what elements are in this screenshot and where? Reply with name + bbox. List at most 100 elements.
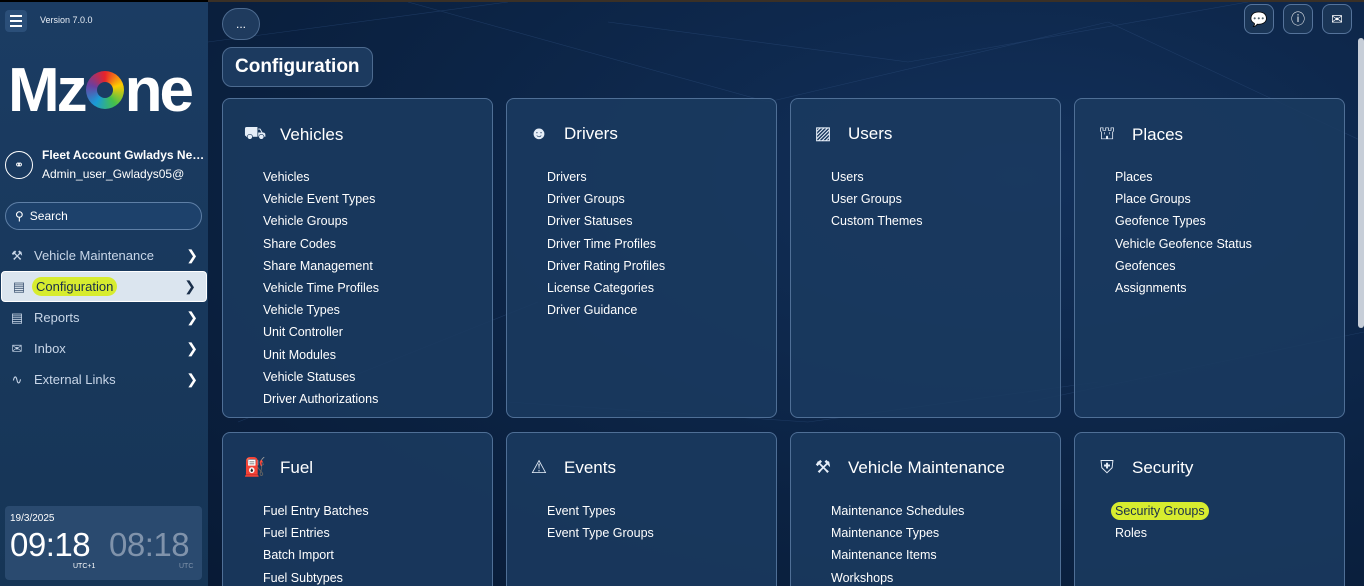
sidebar-item-label: Inbox [34, 341, 66, 356]
list-item[interactable]: Unit Modules [263, 344, 379, 366]
car-tools-icon: ⚒ [814, 457, 832, 477]
list-item[interactable]: Workshops [831, 567, 964, 586]
utc-timezone: UTC [179, 563, 194, 570]
card-users: ▨ Users Users User Groups Custom Themes [790, 98, 1061, 418]
sidebar: Version 7.0.0 Mz ne ⚭ Fleet Account Gwlad… [0, 0, 210, 586]
list-item[interactable]: Batch Import [263, 544, 369, 566]
sidebar-item-label: Configuration [32, 277, 118, 296]
card-vehicles: ⛟ Vehicles Vehicles Vehicle Event Types … [222, 98, 493, 418]
list-item[interactable]: Driver Time Profiles [547, 233, 665, 255]
card-drivers: ☻ Drivers Drivers Driver Groups Driver S… [506, 98, 777, 418]
list-item[interactable]: Share Management [263, 255, 379, 277]
page-title: Configuration [222, 47, 373, 87]
mail-icon[interactable]: ✉ [1322, 4, 1352, 34]
local-time: 09:18 [10, 526, 91, 563]
list-item[interactable]: Places [1115, 166, 1252, 188]
list-item[interactable]: Custom Themes [831, 210, 922, 232]
card-places: ⛫ Places Places Place Groups Geofence Ty… [1074, 98, 1345, 418]
list-item[interactable]: Users [831, 166, 922, 188]
card-title: Events [564, 457, 616, 477]
hamburger-menu-icon[interactable] [5, 10, 27, 32]
list-item[interactable]: Fuel Subtypes [263, 567, 369, 586]
card-fuel: ⛽ Fuel Fuel Entry Batches Fuel Entries B… [222, 432, 493, 586]
list-item[interactable]: Maintenance Items [831, 544, 964, 566]
list-item[interactable]: Fuel Entry Batches [263, 500, 369, 522]
account-info[interactable]: ⚭ Fleet Account Gwladys New... Admin_use… [5, 148, 210, 181]
account-user: Admin_user_Gwladys05@ [42, 167, 185, 181]
monitor-icon: ▤ [12, 278, 26, 294]
list-item[interactable]: License Categories [547, 277, 665, 299]
search-button[interactable]: ⚲ Search [5, 202, 202, 230]
sidebar-item-inbox[interactable]: ✉ Inbox ❯ [0, 333, 208, 364]
sidebar-item-vehicle-maintenance[interactable]: ⚒ Vehicle Maintenance ❯ [0, 240, 208, 271]
list-item[interactable]: Driver Authorizations [263, 388, 379, 410]
card-vehicle-maintenance: ⚒ Vehicle Maintenance Maintenance Schedu… [790, 432, 1061, 586]
card-title: Drivers [564, 123, 618, 143]
list-item[interactable]: Vehicles [263, 166, 379, 188]
list-item[interactable]: User Groups [831, 188, 922, 210]
more-options-button[interactable]: ... [222, 8, 260, 40]
list-item[interactable]: Vehicle Time Profiles [263, 277, 379, 299]
sidebar-item-reports[interactable]: ▤ Reports ❯ [0, 302, 208, 333]
card-title: Security [1132, 457, 1194, 477]
sidebar-item-configuration[interactable]: ▤ Configuration ❯ [1, 271, 207, 302]
mzone-logo: Mz ne [8, 56, 194, 125]
list-item[interactable]: Vehicle Geofence Status [1115, 233, 1252, 255]
events-icon: ⚠ [530, 457, 548, 477]
card-title: Places [1132, 125, 1184, 144]
sidebar-item-label: External Links [34, 372, 116, 387]
driver-icon: ☻ [529, 123, 549, 143]
account-avatar-icon: ⚭ [5, 150, 33, 179]
list-item[interactable]: Share Codes [263, 233, 379, 255]
utc-time: 08:18 [109, 526, 190, 563]
report-icon: ▤ [10, 309, 24, 325]
card-title: Fuel [280, 457, 314, 477]
list-item[interactable]: Drivers [547, 166, 665, 188]
list-item[interactable]: Vehicle Types [263, 299, 379, 321]
fuel-pump-icon: ⛽ [243, 457, 267, 477]
clock-widget: 19/3/2025 09:18 UTC+1 08:18 UTC [5, 506, 202, 580]
list-item[interactable]: Driver Statuses [547, 210, 665, 232]
list-item[interactable]: Maintenance Schedules [831, 500, 964, 522]
mail-icon: ✉ [11, 340, 23, 356]
map-icon: ⛫ [1098, 123, 1116, 143]
sidebar-item-external-links[interactable]: ∿ External Links ❯ [0, 364, 208, 395]
list-item[interactable]: Place Groups [1115, 188, 1252, 210]
security-groups-link[interactable]: Security Groups [1111, 502, 1209, 520]
list-item[interactable]: Geofence Types [1115, 210, 1252, 232]
list-item[interactable]: Fuel Entries [263, 522, 369, 544]
version-label: Version 7.0.0 [40, 15, 93, 25]
scrollbar[interactable] [1358, 38, 1364, 328]
card-security: ⛨ Security Security Groups Roles [1074, 432, 1345, 586]
list-item[interactable]: Vehicle Groups [263, 210, 379, 232]
list-item[interactable]: Event Types [547, 500, 654, 522]
list-item[interactable]: Driver Groups [547, 188, 665, 210]
list-item[interactable]: Driver Rating Profiles [547, 255, 665, 277]
chevron-right-icon: ❯ [186, 309, 198, 325]
local-timezone: UTC+1 [73, 563, 96, 570]
chat-icon[interactable]: 💬 [1244, 4, 1274, 34]
shield-lock-icon: ⛨ [1100, 457, 1114, 477]
list-item[interactable]: Driver Guidance [547, 299, 665, 321]
info-icon[interactable]: ⓘ [1283, 4, 1313, 34]
sidebar-item-label: Vehicle Maintenance [34, 248, 154, 263]
chevron-right-icon: ❯ [186, 371, 198, 387]
sidebar-item-label: Reports [34, 310, 80, 325]
chevron-right-icon: ❯ [186, 247, 198, 263]
list-item[interactable]: Vehicle Statuses [263, 366, 379, 388]
chevron-right-icon: ❯ [184, 278, 196, 294]
user-card-icon: ▨ [814, 123, 832, 143]
sidebar-menu: ⚒ Vehicle Maintenance ❯ ▤ Configuration … [0, 240, 208, 395]
list-item[interactable]: Vehicle Event Types [263, 188, 379, 210]
main-content: ... Configuration 💬 ⓘ ✉ ⛟ Vehicles Vehic… [208, 0, 1364, 586]
clock-date: 19/3/2025 [10, 513, 55, 524]
list-item[interactable]: Unit Controller [263, 321, 379, 343]
list-item[interactable]: Roles [1115, 522, 1209, 544]
account-name: Fleet Account Gwladys New... [42, 148, 210, 162]
list-item[interactable]: Geofences [1115, 255, 1252, 277]
list-item[interactable]: Assignments [1115, 277, 1252, 299]
list-item[interactable]: Security Groups [1111, 500, 1209, 522]
search-label: Search [29, 209, 68, 223]
list-item[interactable]: Event Type Groups [547, 522, 654, 544]
list-item[interactable]: Maintenance Types [831, 522, 964, 544]
